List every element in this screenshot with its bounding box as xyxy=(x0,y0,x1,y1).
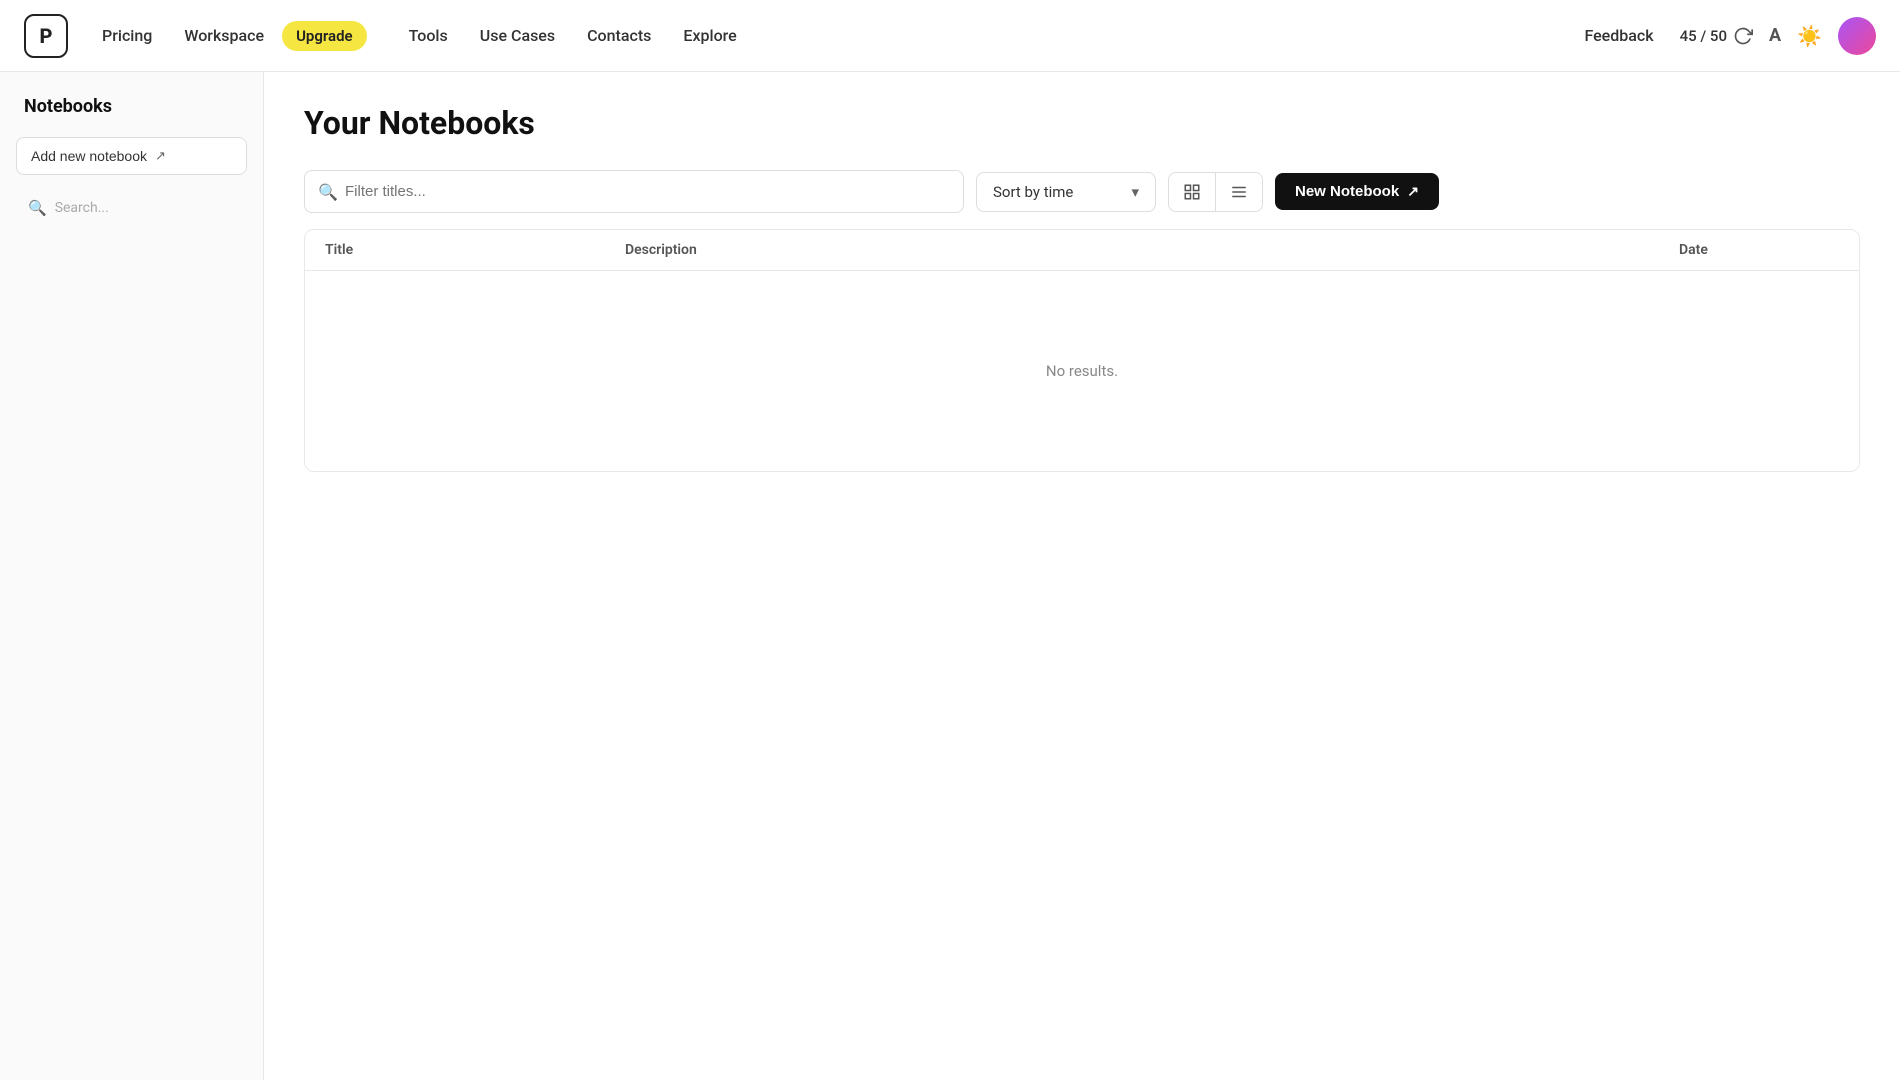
search-placeholder-text: Search... xyxy=(55,200,109,216)
filter-titles-input[interactable] xyxy=(304,170,964,213)
navbar-right: Feedback 45 / 50 A ☀️ xyxy=(1574,17,1876,55)
nav-contacts[interactable]: Contacts xyxy=(573,18,665,53)
nav-upgrade[interactable]: Upgrade xyxy=(282,21,367,51)
filter-input-wrapper: 🔍 xyxy=(304,170,964,213)
page-layout: Notebooks Add new notebook ↗ 🔍 Search...… xyxy=(0,72,1900,1080)
search-icon: 🔍 xyxy=(28,199,47,217)
col-title: Title xyxy=(325,242,625,258)
view-toggle xyxy=(1168,172,1263,212)
external-link-icon: ↗ xyxy=(155,148,166,164)
feedback-button[interactable]: Feedback xyxy=(1574,20,1663,51)
theme-toggle-icon[interactable]: ☀️ xyxy=(1797,24,1822,48)
table-header: Title Description Date xyxy=(305,230,1859,271)
col-description: Description xyxy=(625,242,1679,258)
add-notebook-label: Add new notebook xyxy=(31,148,147,164)
nav-explore[interactable]: Explore xyxy=(669,18,750,53)
user-avatar[interactable] xyxy=(1838,17,1876,55)
list-icon xyxy=(1230,183,1248,201)
filter-search-icon: 🔍 xyxy=(318,182,338,201)
nav-workspace[interactable]: Workspace xyxy=(170,18,278,53)
app-logo[interactable]: P xyxy=(24,14,68,58)
no-results-text: No results. xyxy=(1046,362,1118,380)
new-notebook-icon: ↗ xyxy=(1407,183,1419,200)
navbar: P Pricing Workspace Upgrade Tools Use Ca… xyxy=(0,0,1900,72)
sidebar: Notebooks Add new notebook ↗ 🔍 Search... xyxy=(0,72,264,1080)
notebooks-table: Title Description Date No results. xyxy=(304,229,1860,472)
nav-pricing[interactable]: Pricing xyxy=(88,18,166,53)
table-body: No results. xyxy=(305,271,1859,471)
sidebar-search[interactable]: 🔍 Search... xyxy=(16,191,247,225)
new-notebook-label: New Notebook xyxy=(1295,183,1399,200)
main-content: Your Notebooks 🔍 Sort by time ▾ xyxy=(264,72,1900,1080)
sidebar-title: Notebooks xyxy=(16,92,247,121)
col-date: Date xyxy=(1679,242,1839,258)
refresh-icon[interactable] xyxy=(1733,26,1753,46)
add-notebook-button[interactable]: Add new notebook ↗ xyxy=(16,137,247,175)
chevron-down-icon: ▾ xyxy=(1131,183,1139,201)
nav-links: Pricing Workspace Upgrade Tools Use Case… xyxy=(88,18,1574,53)
grid-view-button[interactable] xyxy=(1169,173,1216,211)
list-view-button[interactable] xyxy=(1216,173,1262,211)
sort-select[interactable]: Sort by time ▾ xyxy=(976,172,1156,212)
sort-label: Sort by time xyxy=(993,183,1073,201)
usage-badge: 45 / 50 xyxy=(1680,26,1753,46)
new-notebook-button[interactable]: New Notebook ↗ xyxy=(1275,173,1439,210)
usage-count: 45 / 50 xyxy=(1680,27,1727,45)
toolbar: 🔍 Sort by time ▾ xyxy=(304,170,1860,213)
language-icon[interactable]: A xyxy=(1769,25,1781,46)
nav-use-cases[interactable]: Use Cases xyxy=(466,18,569,53)
nav-tools[interactable]: Tools xyxy=(395,18,462,53)
grid-icon xyxy=(1183,183,1201,201)
page-title: Your Notebooks xyxy=(304,104,1860,142)
